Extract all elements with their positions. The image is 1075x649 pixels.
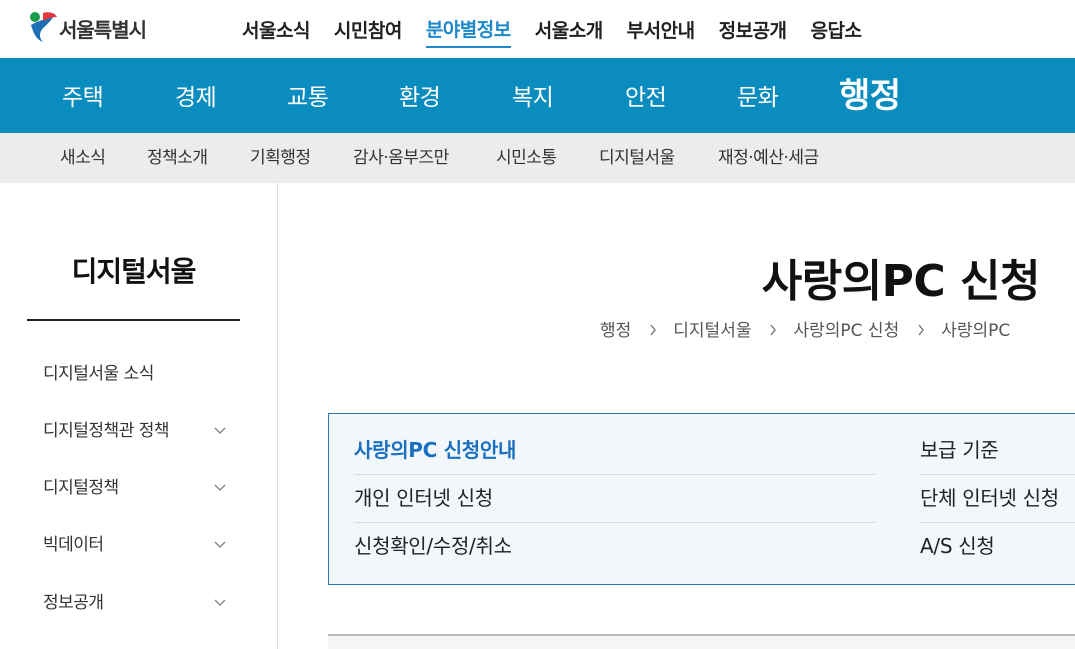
- content-area-top: [328, 636, 1075, 649]
- category-housing[interactable]: 주택: [62, 58, 104, 133]
- breadcrumb-item[interactable]: 디지털서울: [673, 316, 751, 341]
- global-nav: 서울소식 시민참여 분야별정보 서울소개 부서안내 정보공개 응답소: [230, 0, 873, 58]
- subnav-citizen-communication[interactable]: 시민소통: [496, 133, 557, 183]
- category-transport[interactable]: 교통: [287, 58, 329, 133]
- subnav-finance-budget-tax[interactable]: 재정·예산·세금: [718, 133, 819, 183]
- category-safety[interactable]: 안전: [625, 58, 667, 133]
- breadcrumb-item[interactable]: 사랑의PC 신청: [793, 316, 899, 341]
- sub-nav: 새소식 정책소개 기획행정 감사·옴부즈만 시민소통 디지털서울 재정·예산·세…: [0, 133, 1075, 183]
- sidebar-item-big-data[interactable]: 빅데이터: [43, 525, 233, 565]
- gnb-item-seoul-news[interactable]: 서울소식: [242, 12, 310, 47]
- tab-personal-online-application[interactable]: 개인 인터넷 신청: [354, 474, 493, 522]
- sidebar-item-label: 정보공개: [43, 593, 104, 613]
- tab-as-application[interactable]: A/S 신청: [920, 522, 995, 570]
- sidebar-item-digital-policy-office[interactable]: 디지털정책관 정책: [43, 411, 233, 451]
- category-environment[interactable]: 환경: [399, 58, 441, 133]
- tab-check-edit-cancel[interactable]: 신청확인/수정/취소: [354, 522, 512, 570]
- chevron-right-icon: [769, 321, 779, 336]
- subnav-planning-admin[interactable]: 기획행정: [250, 133, 311, 183]
- category-administration[interactable]: 행정: [839, 58, 901, 133]
- sidebar-item-info-disclosure[interactable]: 정보공개: [43, 583, 233, 623]
- category-economy[interactable]: 경제: [175, 58, 217, 133]
- subnav-digital-seoul[interactable]: 디지털서울: [599, 133, 675, 183]
- seoul-logo[interactable]: 서울특별시: [27, 9, 147, 47]
- sidebar-title: 디지털서울: [71, 255, 197, 288]
- subnav-audit-ombudsman[interactable]: 감사·옴부즈만: [353, 133, 449, 183]
- chevron-down-icon[interactable]: [213, 583, 227, 623]
- content-tab-menu: 사랑의PC 신청안내 개인 인터넷 신청 신청확인/수정/취소 보급 기준 단체…: [328, 413, 1075, 585]
- tab-distribution-criteria[interactable]: 보급 기준: [920, 426, 999, 474]
- seoul-emblem-icon: [27, 9, 59, 47]
- sidebar-divider: [27, 319, 240, 321]
- gnb-item-citizen-participation[interactable]: 시민참여: [334, 12, 402, 47]
- sidebar-item-label: 빅데이터: [43, 535, 104, 555]
- category-bar: 주택 경제 교통 환경 복지 안전 문화 행정: [0, 58, 1075, 133]
- chevron-right-icon: [917, 321, 927, 336]
- sidebar-item-label: 디지털정책: [43, 478, 119, 498]
- sidebar-item-digital-policy[interactable]: 디지털정책: [43, 468, 233, 508]
- subnav-policy-intro[interactable]: 정책소개: [147, 133, 208, 183]
- tab-application-guide[interactable]: 사랑의PC 신청안내: [354, 426, 516, 474]
- gnb-item-field-info[interactable]: 분야별정보: [425, 11, 511, 48]
- tab-group-online-application[interactable]: 단체 인터넷 신청: [920, 474, 1059, 522]
- sidebar-item-label: 디지털서울 소식: [43, 364, 154, 384]
- gnb-item-departments[interactable]: 부서안내: [627, 12, 695, 47]
- gnb-item-about-seoul[interactable]: 서울소개: [535, 12, 603, 47]
- breadcrumb: 행정 디지털서울 사랑의PC 신청 사랑의PC: [600, 315, 1075, 341]
- category-welfare[interactable]: 복지: [512, 58, 554, 133]
- sidebar: 디지털서울 디지털서울 소식 디지털정책관 정책 디지털정책 빅데이터 정보공개: [0, 183, 278, 649]
- logo-text: 서울특별시: [59, 17, 147, 42]
- chevron-down-icon[interactable]: [213, 468, 227, 508]
- gnb-item-response-center[interactable]: 응답소: [811, 12, 862, 47]
- chevron-down-icon[interactable]: [213, 525, 227, 565]
- sidebar-item-digital-seoul-news[interactable]: 디지털서울 소식: [43, 354, 233, 394]
- top-header: 서울특별시 서울소식 시민참여 분야별정보 서울소개 부서안내 정보공개 응답소: [0, 0, 1075, 58]
- sidebar-item-label: 디지털정책관 정책: [43, 421, 170, 441]
- chevron-right-icon: [649, 321, 659, 336]
- chevron-down-icon[interactable]: [213, 411, 227, 451]
- category-culture[interactable]: 문화: [737, 58, 779, 133]
- gnb-item-info-disclosure[interactable]: 정보공개: [719, 12, 787, 47]
- subnav-news[interactable]: 새소식: [60, 133, 106, 183]
- page-title: 사랑의PC 신청: [761, 256, 1041, 307]
- breadcrumb-item[interactable]: 행정: [600, 316, 631, 341]
- breadcrumb-item-current[interactable]: 사랑의PC: [941, 316, 1010, 341]
